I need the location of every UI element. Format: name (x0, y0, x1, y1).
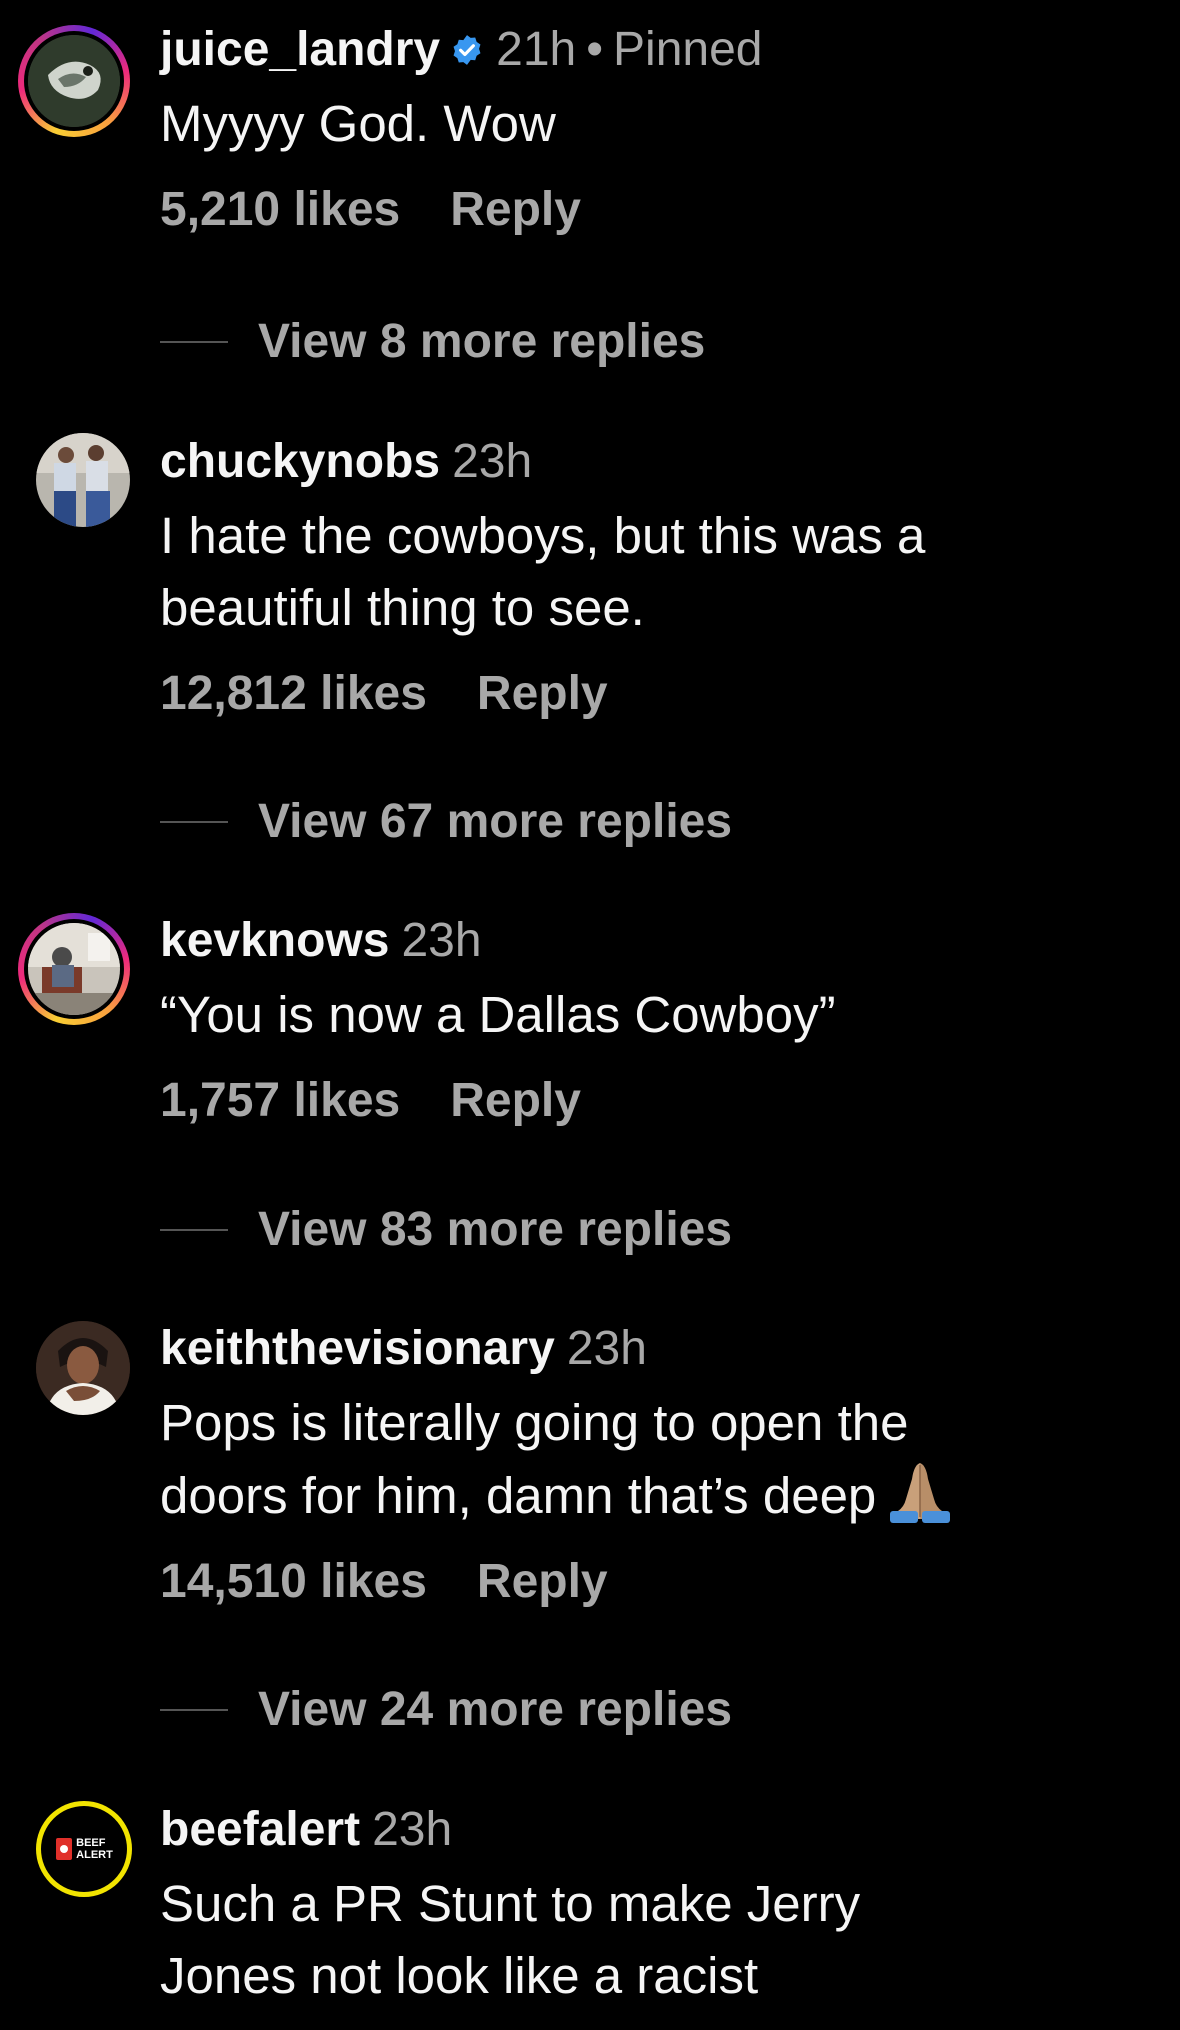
username[interactable]: kevknows (160, 914, 389, 967)
timestamp: 23h (566, 1322, 647, 1375)
separator-dot: • (586, 23, 604, 76)
reply-button[interactable]: Reply (477, 667, 608, 720)
avatar-image (36, 433, 130, 527)
divider-line (160, 821, 228, 823)
reply-button[interactable]: Reply (450, 183, 581, 236)
username[interactable]: beefalert (160, 1803, 360, 1856)
pinned-label: Pinned (613, 23, 763, 76)
username[interactable]: chuckynobs (160, 435, 440, 488)
timestamp: 23h (372, 1803, 453, 1856)
username[interactable]: keiththevisionary (160, 1322, 555, 1375)
comment-text: Myyyy God. Wow (160, 95, 556, 152)
avatar[interactable] (36, 433, 130, 527)
avatar-image (36, 1321, 130, 1415)
likes-count[interactable]: 14,510 likes (160, 1555, 427, 1608)
comment-text: I hate the cowboys, but this was a beaut… (160, 507, 926, 636)
comment-text: “You is now a Dallas Cowboy” (160, 986, 836, 1043)
avatar-label: BEEF ALERT (76, 1837, 113, 1861)
avatar[interactable] (28, 35, 120, 127)
avatar[interactable] (36, 1321, 130, 1415)
divider-line (160, 1709, 228, 1711)
comment-text: Such a PR Stunt to make Jerry Jones not … (160, 1875, 861, 2004)
comment-text: Pops is literally going to open the door… (160, 1387, 1140, 1532)
timestamp: 21h (496, 23, 577, 76)
likes-count[interactable]: 1,757 likes (160, 1074, 400, 1127)
username[interactable]: juice_landry (160, 23, 440, 76)
divider-line (160, 1229, 228, 1231)
view-more-replies-button[interactable]: View 8 more replies (160, 312, 705, 372)
story-ring[interactable] (18, 913, 130, 1025)
reply-button[interactable]: Reply (477, 1555, 608, 1608)
view-more-replies-button[interactable]: View 83 more replies (160, 1200, 732, 1260)
avatar-image (28, 35, 120, 127)
timestamp: 23h (452, 435, 533, 488)
view-more-replies-button[interactable]: View 24 more replies (160, 1680, 732, 1740)
likes-count[interactable]: 12,812 likes (160, 667, 427, 720)
avatar[interactable] (28, 923, 120, 1015)
avatar-image (28, 923, 120, 1015)
story-ring[interactable] (18, 25, 130, 137)
timestamp: 23h (401, 914, 482, 967)
verified-badge-icon (453, 35, 481, 65)
avatar[interactable]: BEEF ALERT (44, 1809, 124, 1889)
divider-line (160, 341, 228, 343)
likes-count[interactable]: 5,210 likes (160, 183, 400, 236)
folded-hands-emoji-icon (890, 1463, 951, 1523)
beef-alert-logo-icon (56, 1838, 73, 1860)
view-more-replies-button[interactable]: View 67 more replies (160, 792, 732, 852)
reply-button[interactable]: Reply (450, 1074, 581, 1127)
story-ring[interactable]: BEEF ALERT (36, 1801, 132, 1897)
